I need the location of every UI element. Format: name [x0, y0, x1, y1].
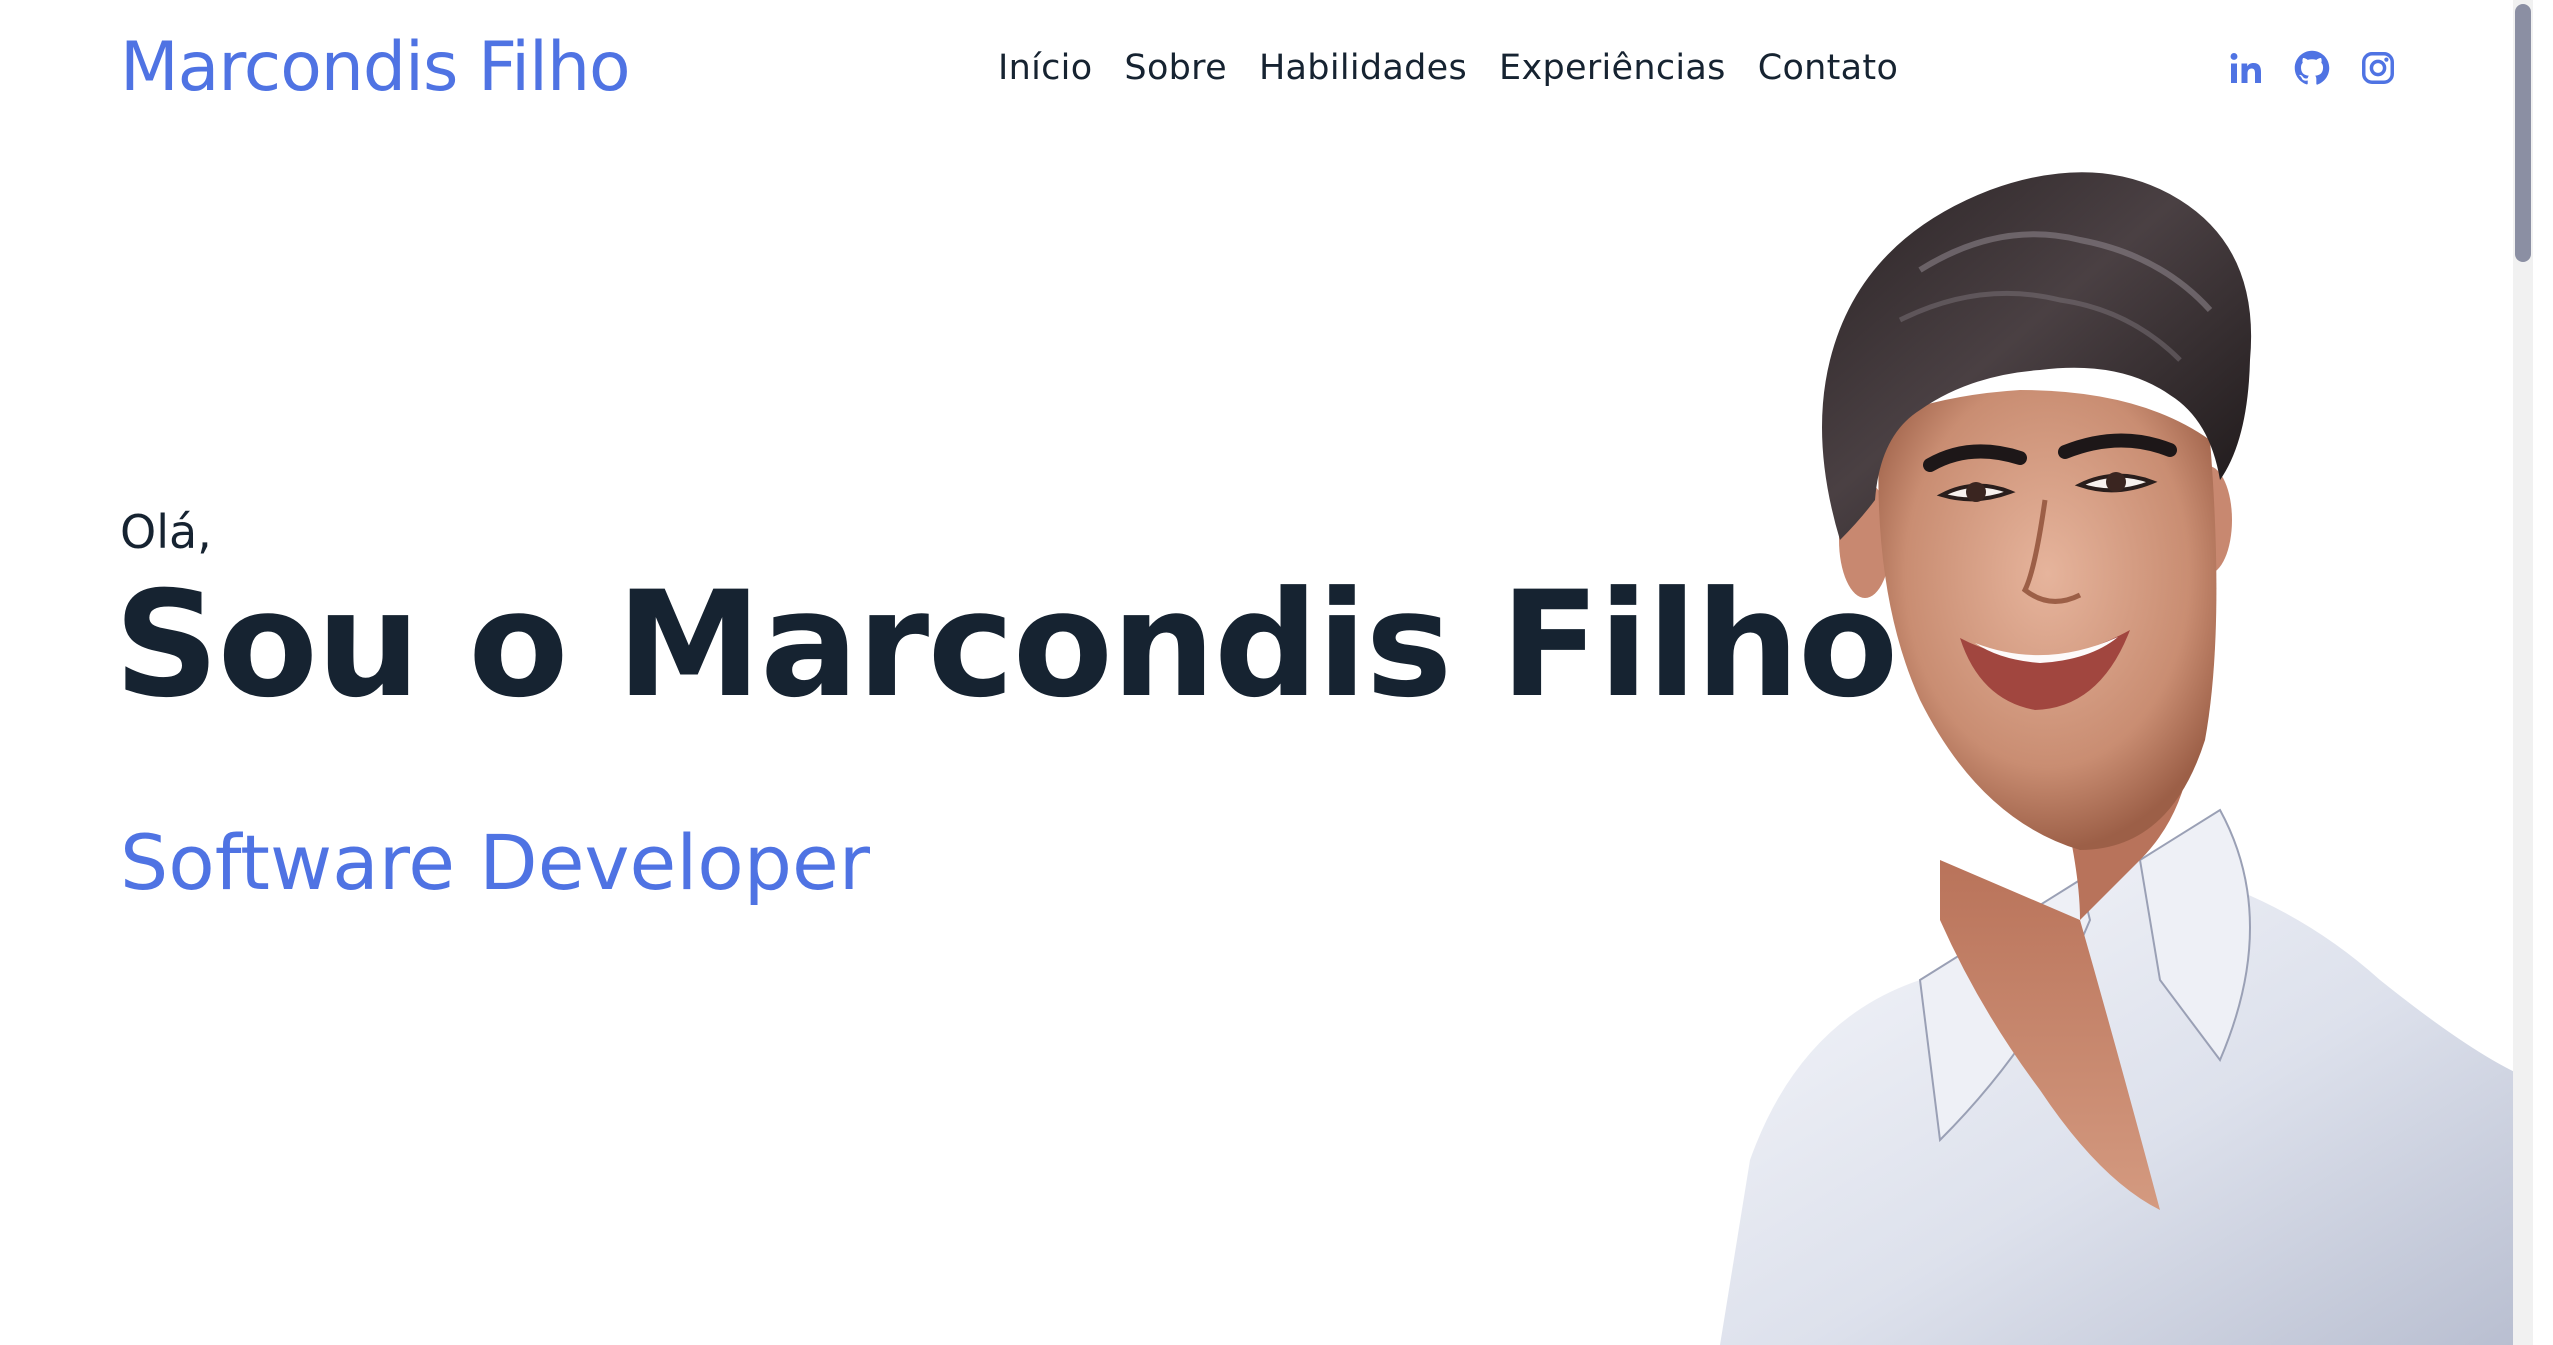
- nav-link-contato[interactable]: Contato: [1758, 48, 1898, 88]
- social-links: [2228, 50, 2396, 86]
- portrait-illustration: [1720, 172, 2533, 1345]
- nav-link-habilidades[interactable]: Habilidades: [1259, 48, 1467, 88]
- nav-link-experiencias[interactable]: Experiências: [1499, 48, 1726, 88]
- page: Marcondis Filho Início Sobre Habilidades…: [0, 0, 2533, 1345]
- main-nav: Início Sobre Habilidades Experiências Co…: [998, 48, 1898, 88]
- site-header: Marcondis Filho Início Sobre Habilidades…: [0, 0, 2533, 140]
- nav-link-inicio[interactable]: Início: [998, 48, 1092, 88]
- scrollbar-track[interactable]: [2513, 0, 2533, 1345]
- linkedin-link[interactable]: [2228, 50, 2264, 86]
- linkedin-icon: [2230, 53, 2261, 83]
- instagram-icon: [2362, 52, 2394, 84]
- site-logo[interactable]: Marcondis Filho: [120, 28, 631, 107]
- scrollbar-thumb[interactable]: [2515, 4, 2531, 262]
- nav-link-sobre[interactable]: Sobre: [1124, 48, 1227, 88]
- github-icon: [2294, 50, 2330, 85]
- github-link[interactable]: [2294, 50, 2330, 86]
- instagram-link[interactable]: [2360, 50, 2396, 86]
